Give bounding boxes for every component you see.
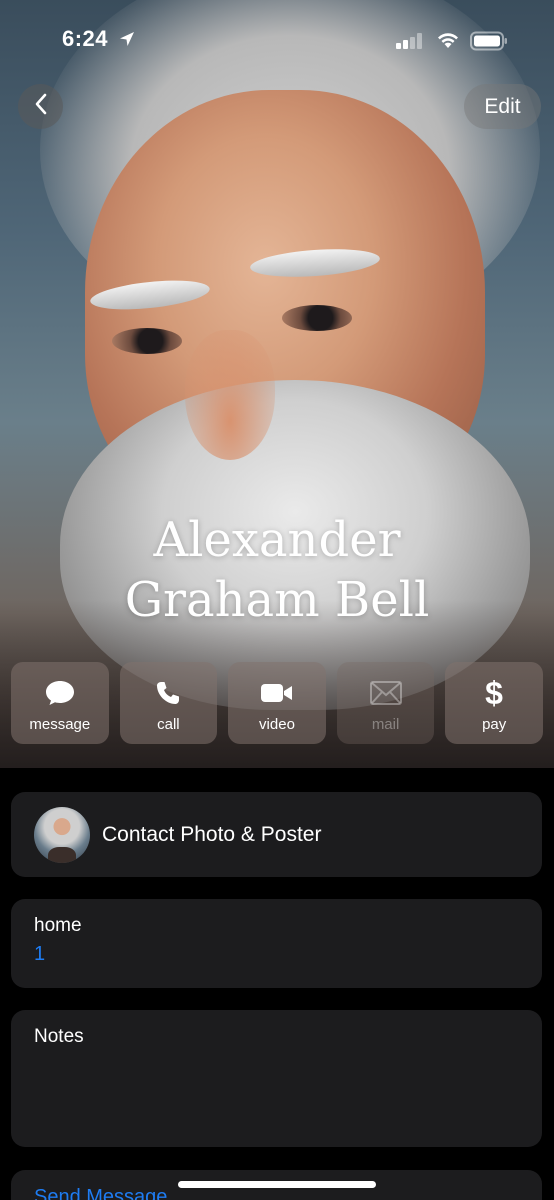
home-indicator[interactable] <box>178 1181 376 1188</box>
message-bubble-icon <box>44 678 76 708</box>
dollar-icon: $ <box>483 677 505 709</box>
contact-name: Alexander Graham Bell <box>0 510 554 630</box>
notes-label: Notes <box>34 1026 84 1047</box>
wifi-icon <box>436 31 460 54</box>
contact-photo-poster-row[interactable]: Contact Photo & Poster <box>11 792 542 877</box>
location-arrow-icon <box>118 30 136 53</box>
video-camera-icon <box>259 678 295 708</box>
battery-icon <box>470 31 508 56</box>
envelope-icon <box>369 678 403 708</box>
edit-button[interactable]: Edit <box>464 84 541 129</box>
contact-name-second-line: Graham Bell <box>124 572 430 628</box>
svg-text:$: $ <box>485 677 503 709</box>
message-button[interactable]: message <box>11 662 109 744</box>
contact-photo-poster-label: Contact Photo & Poster <box>102 822 322 846</box>
send-message-link[interactable]: Send Message <box>34 1186 519 1200</box>
chevron-left-icon <box>34 93 48 120</box>
mail-button[interactable]: mail <box>336 662 435 744</box>
quick-actions: message call video mail $ pay <box>11 662 543 744</box>
message-label: message <box>29 716 91 733</box>
phone-number-value[interactable]: 1 <box>34 943 519 966</box>
cellular-signal-icon <box>396 33 426 54</box>
mail-label: mail <box>371 716 400 733</box>
phone-type-label: home <box>34 915 82 936</box>
contact-name-first-line: Alexander <box>153 512 401 568</box>
back-button[interactable] <box>18 84 63 129</box>
phone-icon <box>154 678 182 708</box>
status-time: 6:24 <box>62 26 109 51</box>
call-label: call <box>157 716 180 733</box>
notes-field[interactable]: Notes <box>11 1010 542 1147</box>
video-button[interactable]: video <box>228 662 326 744</box>
phone-number-row[interactable]: home 1 <box>11 899 542 988</box>
pay-label: pay <box>482 716 507 733</box>
avatar <box>34 806 90 863</box>
call-button[interactable]: call <box>119 662 218 744</box>
pay-button[interactable]: $ pay <box>445 662 543 744</box>
video-label: video <box>259 716 295 733</box>
